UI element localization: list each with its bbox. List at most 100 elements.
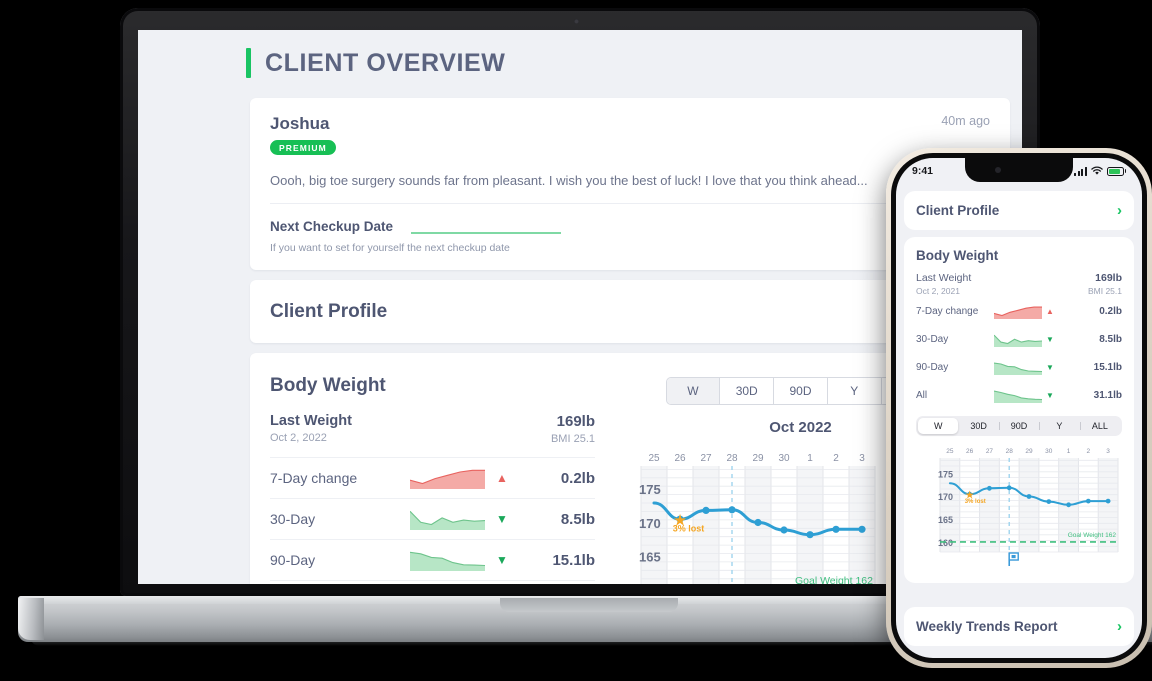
stat-sparkline [994, 389, 1042, 403]
table-row[interactable]: 90-Day ▼ 15.1lb [270, 539, 595, 580]
svg-text:26: 26 [674, 453, 686, 464]
svg-text:165: 165 [938, 515, 953, 525]
table-row[interactable]: 7-Day change ▲ 0.2lb [916, 299, 1122, 324]
trend-arrow-icon: ▼ [496, 512, 508, 526]
phone-range-tab-30d[interactable]: 30D [958, 418, 998, 434]
stat-value: 0.2lb [560, 469, 595, 487]
svg-text:2: 2 [833, 453, 839, 464]
message-preview-row[interactable]: Oooh, big toe surgery sounds far from pl… [270, 156, 990, 203]
weekly-trends-title: Weekly Trends Report [916, 619, 1058, 634]
phone-device: 9:41 Client Profile › Body Weight Last W… [886, 148, 1152, 668]
page-header: CLIENT OVERVIEW [138, 48, 1022, 78]
phone-weight-chart[interactable]: 25 26 27 28 29 30 1 2 3 175 170 165 160 Goal Weight 1… [916, 442, 1122, 572]
phone-range-selector[interactable]: W 30D 90D Y ALL [916, 416, 1122, 436]
svg-text:27: 27 [700, 453, 712, 464]
stat-value: 15.1lb [552, 551, 595, 569]
last-weight-date: Oct 2, 2022 [270, 432, 327, 444]
table-row[interactable]: All ▼ 31.1lb [270, 580, 595, 584]
stat-sparkline [410, 467, 485, 489]
last-weight-row: Last Weight Oct 2, 2022 169lb BMI 25.1 [270, 413, 595, 457]
table-row[interactable]: 30-Day ▼ 8.5lb [270, 498, 595, 539]
battery-tip-icon [1124, 169, 1126, 173]
table-row[interactable]: 30-Day ▼ 8.5lb [916, 327, 1122, 352]
svg-text:Goal Weight 162: Goal Weight 162 [795, 575, 873, 584]
chevron-right-icon[interactable]: › [1117, 202, 1122, 219]
battery-icon [1106, 166, 1124, 176]
phone-last-weight-label: Last Weight [916, 272, 972, 284]
stat-label: 30-Day [270, 511, 316, 527]
range-tab-y[interactable]: Y [828, 378, 882, 404]
svg-text:2: 2 [1087, 448, 1091, 455]
svg-text:170: 170 [639, 516, 661, 531]
phone-range-tab-90d[interactable]: 90D [998, 418, 1039, 434]
phone-client-profile-card[interactable]: Client Profile › [904, 191, 1134, 230]
range-tab-90d[interactable]: 90D [774, 378, 828, 404]
stat-label: 30-Day [916, 334, 949, 345]
checkup-row: Next Checkup Date [270, 218, 990, 234]
checkup-hint: If you want to set for yourself the next… [270, 242, 510, 254]
stat-label: All [916, 390, 928, 401]
svg-text:3% lost: 3% lost [673, 524, 705, 534]
checkup-date-input[interactable] [411, 218, 562, 234]
weekly-trends-row: Weekly Trends Report › [916, 618, 1122, 635]
trend-arrow-icon: ▼ [1046, 335, 1054, 344]
status-time: 9:41 [912, 165, 934, 177]
phone-bottom-area: Weekly Trends Report › [904, 607, 1134, 646]
phone-range-tab-y[interactable]: Y [1039, 418, 1079, 434]
table-row[interactable]: All ▼ 31.1lb [916, 383, 1122, 408]
laptop-camera-icon [574, 19, 579, 24]
phone-body-weight-title: Body Weight [916, 248, 999, 263]
svg-text:Goal Weight 162: Goal Weight 162 [1068, 532, 1117, 539]
stat-sparkline [994, 305, 1042, 319]
stat-value: 0.2lb [1099, 306, 1122, 317]
wifi-icon [1090, 166, 1103, 175]
svg-text:1: 1 [807, 453, 813, 464]
chevron-right-icon[interactable]: › [1117, 618, 1122, 635]
phone-range-tab-all[interactable]: ALL [1079, 418, 1120, 434]
phone-last-weight-value: 169lb [1095, 272, 1122, 284]
phone-client-profile-row: Client Profile › [916, 202, 1122, 219]
phone-bmi-value: BMI 25.1 [1087, 286, 1122, 296]
premium-badge: PREMIUM [270, 140, 336, 155]
next-checkup-section: Next Checkup Date If you want to set for… [270, 204, 990, 270]
phone-client-profile-title: Client Profile [916, 203, 1000, 218]
svg-text:29: 29 [1025, 448, 1033, 455]
front-camera-icon [995, 167, 1001, 173]
svg-text:160: 160 [938, 538, 953, 548]
message-text: Oooh, big toe surgery sounds far from pl… [270, 173, 868, 188]
page-title: CLIENT OVERVIEW [265, 48, 506, 77]
stat-label: 7-Day change [270, 470, 358, 486]
stat-sparkline [994, 361, 1042, 375]
stat-value: 8.5lb [560, 510, 595, 528]
phone-range-tab-w[interactable]: W [918, 418, 959, 434]
range-tab-w[interactable]: W [666, 378, 721, 404]
phone-last-weight-right: 169lb BMI 25.1 [1088, 272, 1122, 296]
trend-arrow-icon: ▼ [496, 553, 508, 567]
svg-text:160: 160 [639, 583, 661, 584]
stat-value: 31.1lb [1093, 390, 1122, 401]
range-tab-30d[interactable]: 30D [720, 378, 775, 404]
client-name: Joshua [270, 114, 330, 133]
stat-sparkline [994, 333, 1042, 347]
last-weight-value: 169lb [556, 413, 595, 430]
svg-text:1: 1 [1067, 448, 1071, 455]
phone-last-weight-left: Last Weight Oct 2, 2021 [916, 272, 971, 296]
table-row[interactable]: 90-Day ▼ 15.1lb [916, 355, 1122, 380]
weekly-trends-card[interactable]: Weekly Trends Report › [904, 607, 1134, 646]
svg-text:3% lost: 3% lost [965, 499, 986, 505]
phone-body-weight-card: Body Weight Last Weight Oct 2, 2021 169l… [904, 237, 1134, 583]
stat-value: 15.1lb [1093, 362, 1122, 373]
client-profile-title: Client Profile [270, 300, 388, 322]
svg-text:170: 170 [938, 492, 953, 502]
stat-value: 8.5lb [1099, 334, 1122, 345]
body-weight-summary: Body Weight Last Weight Oct 2, 2022 169l… [270, 375, 595, 584]
phone-stats-list: 7-Day change ▲ 0.2lb 30-Day ▼ 8.5lb 90-D… [916, 299, 1122, 408]
svg-text:29: 29 [752, 453, 764, 464]
svg-text:3: 3 [859, 453, 865, 464]
stat-label: 90-Day [270, 552, 316, 568]
svg-text:165: 165 [639, 550, 661, 565]
client-profile-row: Client Profile › [270, 300, 990, 323]
svg-text:175: 175 [639, 482, 661, 497]
table-row[interactable]: 7-Day change ▲ 0.2lb [270, 457, 595, 498]
trend-arrow-icon: ▼ [1046, 363, 1054, 372]
